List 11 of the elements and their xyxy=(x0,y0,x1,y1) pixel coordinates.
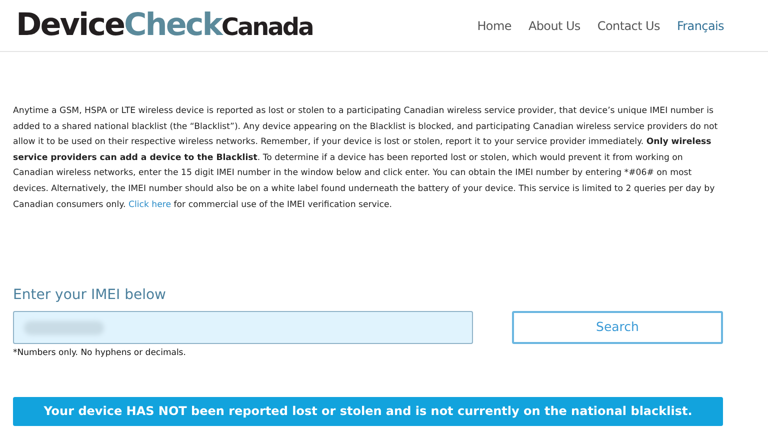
input-note: *Numbers only. No hyphens or decimals. xyxy=(13,347,186,360)
result-banner: Your device HAS NOT been reported lost or stolen and is not currently on the national blacklist. xyxy=(13,396,723,426)
imei-heading: Enter your IMEI below xyxy=(13,286,166,306)
logo-wordmark[interactable]: DeviceCheckCanada xyxy=(16,10,313,41)
nav-link[interactable]: Français xyxy=(676,16,724,34)
nav-link[interactable]: About Us xyxy=(528,16,580,34)
nav-link[interactable]: Home xyxy=(477,16,512,34)
intro-paragraph: Anytime a GSM, HSPA or LTE wireless device is reported as lost or stolen to a participating Canadian wireless service provider, that device’s unique IMEI number is added to a shared national blacklist (the “Blacklist”). Any device appearing on the Blacklist is blocked, and participating Canadian wireless service providers do not allow it to be used on their respective wireless networks. Remember, if your device is lost or stolen, report it to your service provider immediately. Only wireless service providers can add a device to the Blacklist. To determine if a device has been reported lost or stolen, which would prevent it from working on Canadian wireless networks, enter the 15 digit IMEI number in the window below and click enter. You can obtain the IMEI number by entering *#06# on most devices. Alternatively, the IMEI number should also be on a white label found underneath the battery of your device. This service is limited to 2 queries per day by Canadian consumers only. Click here for commercial use of the IMEI verification service. xyxy=(13,105,719,212)
imei-field[interactable] xyxy=(13,311,473,344)
commercial-use-link[interactable]: Click here xyxy=(128,200,172,210)
nav-link[interactable]: Contact Us xyxy=(597,16,660,34)
